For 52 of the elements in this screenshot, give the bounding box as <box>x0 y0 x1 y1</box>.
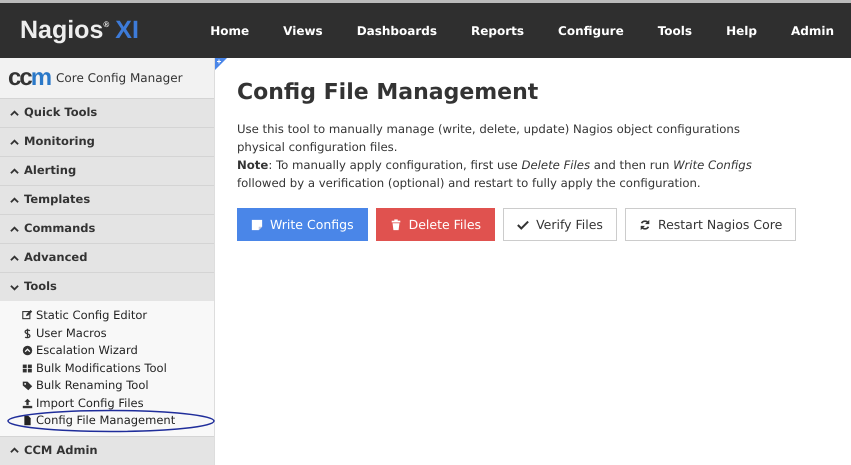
ccm-logo: ccm <box>8 66 50 90</box>
sidebar-section[interactable]: Monitoring <box>0 127 214 156</box>
sidebar-section[interactable]: CCM Admin <box>0 436 214 464</box>
circle-icon <box>22 345 33 356</box>
chevron-up-icon <box>10 168 19 174</box>
file-icon <box>22 415 33 426</box>
tag-icon <box>22 380 33 392</box>
description-text: Use this tool to manually manage (write, delete, update) Nagios object configurations physical configuration files. <box>237 121 741 156</box>
note-text: Note: To manually apply configuration, first use Delete Files and then run Write Configs followed by a verification (optional) and restart to fully apply the configuration. <box>237 157 753 192</box>
sidebar-link[interactable]: Bulk Modifications Tool <box>22 360 214 377</box>
sidebar-link[interactable]: Import Config Files <box>22 394 214 412</box>
sidebar-section[interactable]: Tools <box>0 272 214 301</box>
upload-icon <box>22 398 33 409</box>
chevron-up-icon <box>10 447 19 454</box>
check-icon <box>517 218 530 231</box>
chevron-up-icon <box>10 196 19 204</box>
nav-link[interactable]: Tools <box>640 22 710 40</box>
chevron-up-icon <box>10 138 19 146</box>
trash-icon <box>390 218 402 231</box>
sidebar-title: Core Config Manager <box>56 70 183 87</box>
edit-icon <box>22 310 33 322</box>
action-button[interactable]: Verify Files <box>503 208 617 242</box>
action-button[interactable]: Delete Files <box>376 208 496 242</box>
sidebar-section[interactable]: Templates <box>0 185 214 214</box>
chevron-down-icon <box>10 284 19 290</box>
note-icon <box>251 218 263 231</box>
nav-link[interactable]: Help <box>709 22 774 40</box>
chevron-up-icon <box>10 110 19 116</box>
page-title: Config File Management <box>237 80 540 106</box>
grid-icon <box>22 362 33 374</box>
action-button[interactable]: Write Configs <box>237 208 368 242</box>
chevron-up-icon <box>10 254 19 262</box>
chevron-up-icon <box>10 226 19 232</box>
sidebar-section[interactable]: Alerting <box>0 156 214 185</box>
sidebar-section[interactable]: Quick Tools <box>0 98 214 127</box>
logo: Nagios$^{®}$ XI <box>19 14 140 46</box>
nav-link[interactable]: Configure <box>541 22 641 40</box>
nav-link[interactable]: Dashboards <box>340 22 454 40</box>
nav-link[interactable]: Reports <box>454 22 542 40</box>
sidebar-link[interactable]: Static Config Editor <box>22 307 214 324</box>
action-button[interactable]: Restart Nagios Core <box>624 208 796 242</box>
sidebar-link[interactable]: User Macros <box>22 324 214 342</box>
nav-link[interactable]: Home <box>193 22 266 40</box>
sidebar-toggle-icon[interactable] <box>215 58 227 70</box>
sidebar-link[interactable]: Escalation Wizard <box>22 342 214 360</box>
refresh-icon <box>638 218 651 231</box>
sidebar-section[interactable]: Commands <box>0 214 214 243</box>
sidebar-section[interactable]: Advanced <box>0 243 214 272</box>
nav-link[interactable]: Admin <box>774 22 851 40</box>
nav-link[interactable]: Views <box>266 22 340 40</box>
dollar-icon <box>22 328 33 339</box>
sidebar-link[interactable]: Bulk Renaming Tool <box>22 377 214 394</box>
